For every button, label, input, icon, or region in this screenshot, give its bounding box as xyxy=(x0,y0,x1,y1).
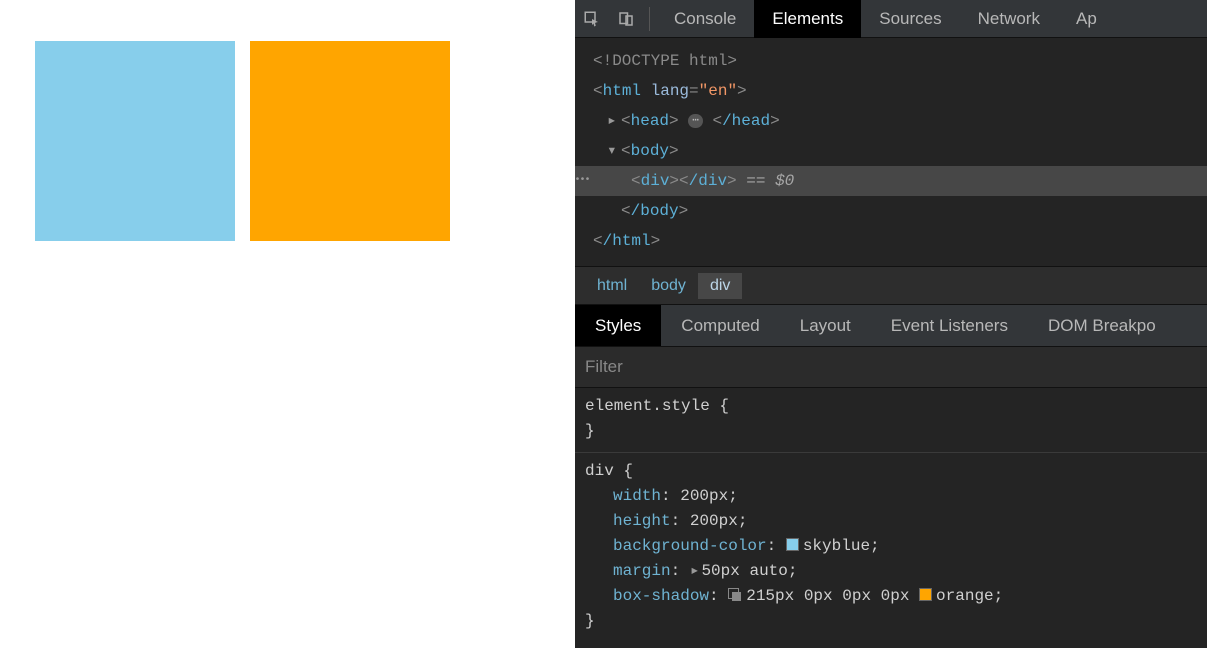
prop-height[interactable]: height: 200px; xyxy=(585,509,1197,534)
rule-element-style[interactable]: element.style { } xyxy=(575,394,1207,453)
styles-tabs: Styles Computed Layout Event Listeners D… xyxy=(575,304,1207,346)
tree-body-close[interactable]: </body> xyxy=(575,196,1207,226)
prop-margin[interactable]: margin: ▸50px auto; xyxy=(585,559,1197,584)
tab-sources[interactable]: Sources xyxy=(861,0,959,38)
shadow-editor-icon[interactable] xyxy=(728,588,742,602)
stab-computed[interactable]: Computed xyxy=(661,305,779,347)
crumb-html[interactable]: html xyxy=(585,273,639,299)
color-swatch-orange[interactable] xyxy=(919,588,932,601)
color-swatch-skyblue[interactable] xyxy=(786,538,799,551)
tab-application[interactable]: Ap xyxy=(1058,0,1103,38)
tree-doctype[interactable]: <!DOCTYPE html> xyxy=(575,46,1207,76)
crumb-div[interactable]: div xyxy=(698,273,742,299)
selector-div: div xyxy=(585,462,614,480)
styles-body: element.style { } div { width: 200px; he… xyxy=(575,388,1207,648)
stab-event-listeners[interactable]: Event Listeners xyxy=(871,305,1028,347)
inspect-icon[interactable] xyxy=(575,0,609,38)
styles-filter-input[interactable] xyxy=(585,357,1197,377)
tab-console[interactable]: Console xyxy=(656,0,754,38)
tree-html-open[interactable]: <html lang="en"> xyxy=(575,76,1207,106)
stab-layout[interactable]: Layout xyxy=(780,305,871,347)
tree-head[interactable]: ▸<head> ⋯ </head> xyxy=(575,106,1207,136)
page-preview xyxy=(0,0,575,648)
toolbar-separator xyxy=(649,7,650,31)
collapse-arrow-icon[interactable]: ▾ xyxy=(607,136,621,166)
skyblue-box xyxy=(35,41,235,241)
selector-element-style: element.style xyxy=(585,397,710,415)
devtools-panel: Console Elements Sources Network Ap <!DO… xyxy=(575,0,1207,648)
tree-body-open[interactable]: ▾<body> xyxy=(575,136,1207,166)
shorthand-expand-icon[interactable]: ▸ xyxy=(690,562,700,580)
tree-selected-div[interactable]: <div></div> == $0 xyxy=(575,166,1207,196)
orange-box xyxy=(250,41,450,241)
tab-network[interactable]: Network xyxy=(960,0,1058,38)
rule-div[interactable]: div { width: 200px; height: 200px; backg… xyxy=(575,459,1207,642)
ellipsis-icon[interactable]: ⋯ xyxy=(688,114,703,128)
styles-filter-row xyxy=(575,346,1207,388)
prop-width[interactable]: width: 200px; xyxy=(585,484,1197,509)
tab-elements[interactable]: Elements xyxy=(754,0,861,38)
expand-arrow-icon[interactable]: ▸ xyxy=(607,106,621,136)
breadcrumb: html body div xyxy=(575,266,1207,304)
devtools-toolbar: Console Elements Sources Network Ap xyxy=(575,0,1207,38)
crumb-body[interactable]: body xyxy=(639,273,698,299)
tree-html-close[interactable]: </html> xyxy=(575,226,1207,256)
prop-box-shadow[interactable]: box-shadow: 215px 0px 0px 0px orange; xyxy=(585,584,1197,609)
device-toggle-icon[interactable] xyxy=(609,0,643,38)
prop-background-color[interactable]: background-color: skyblue; xyxy=(585,534,1197,559)
stab-styles[interactable]: Styles xyxy=(575,305,661,347)
elements-tree[interactable]: <!DOCTYPE html> <html lang="en"> ▸<head>… xyxy=(575,38,1207,266)
stab-dom-breakpoints[interactable]: DOM Breakpo xyxy=(1028,305,1176,347)
